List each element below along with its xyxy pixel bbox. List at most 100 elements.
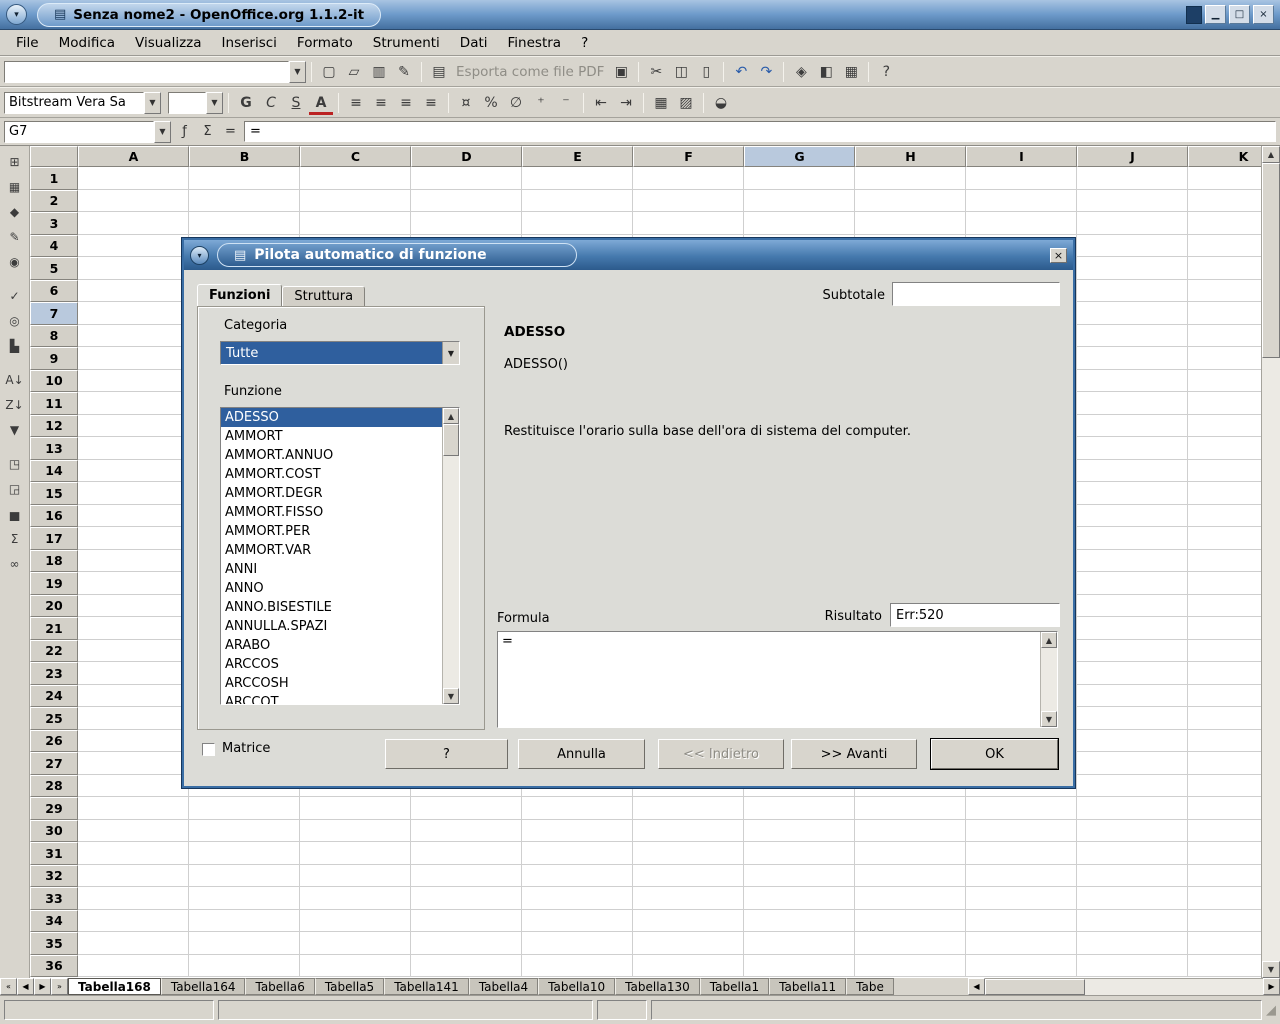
row-header-15[interactable]: 15	[30, 482, 78, 505]
column-header-K[interactable]: K	[1188, 146, 1261, 167]
cell-H32[interactable]	[855, 865, 966, 888]
cell-K19[interactable]	[1188, 572, 1261, 595]
cell-A14[interactable]	[78, 460, 189, 483]
insert-cells-icon[interactable]: ▦	[2, 174, 28, 199]
cell-G33[interactable]	[744, 887, 855, 910]
cell-D33[interactable]	[411, 887, 522, 910]
vertical-scrollbar[interactable]: ▲ ▼	[1261, 146, 1280, 978]
cell-F34[interactable]	[633, 910, 744, 933]
cell-E29[interactable]	[522, 797, 633, 820]
cell-J19[interactable]	[1077, 572, 1188, 595]
column-header-F[interactable]: F	[633, 146, 744, 167]
cell-I1[interactable]	[966, 167, 1077, 190]
tab-funzioni[interactable]: Funzioni	[197, 284, 282, 307]
function-list-item[interactable]: ADESSO	[221, 408, 442, 427]
insert-chart-icon[interactable]: ▅	[2, 501, 28, 526]
column-header-B[interactable]: B	[189, 146, 300, 167]
cell-J15[interactable]	[1077, 482, 1188, 505]
scroll-left-button[interactable]: ◀	[968, 978, 985, 995]
print-icon[interactable]: ▣	[609, 60, 633, 84]
categoria-combo[interactable]: Tutte ▼	[220, 341, 460, 365]
cell-F31[interactable]	[633, 842, 744, 865]
cell-K25[interactable]	[1188, 707, 1261, 730]
cell-B35[interactable]	[189, 932, 300, 955]
font-name-dropdown-button[interactable]: ▼	[144, 92, 161, 114]
horizontal-scroll-thumb[interactable]	[985, 979, 1085, 995]
cell-J14[interactable]	[1077, 460, 1188, 483]
cell-G32[interactable]	[744, 865, 855, 888]
cell-B33[interactable]	[189, 887, 300, 910]
cell-K2[interactable]	[1188, 190, 1261, 213]
cell-A24[interactable]	[78, 685, 189, 708]
cell-E32[interactable]	[522, 865, 633, 888]
row-header-18[interactable]: 18	[30, 550, 78, 573]
cell-B1[interactable]	[189, 167, 300, 190]
cell-E31[interactable]	[522, 842, 633, 865]
cell-A4[interactable]	[78, 235, 189, 258]
bold-icon[interactable]: G	[234, 91, 258, 115]
sort-ascending-icon[interactable]: A↓	[2, 367, 28, 392]
function-list-item[interactable]: AMMORT.FISSO	[221, 503, 442, 522]
cell-J22[interactable]	[1077, 640, 1188, 663]
cell-A26[interactable]	[78, 730, 189, 753]
cell-K18[interactable]	[1188, 550, 1261, 573]
cell-I30[interactable]	[966, 820, 1077, 843]
cell-H29[interactable]	[855, 797, 966, 820]
window-menu-button[interactable]: ▾	[6, 4, 27, 25]
cell-J12[interactable]	[1077, 415, 1188, 438]
font-size-dropdown-button[interactable]: ▼	[206, 92, 223, 114]
cell-A34[interactable]	[78, 910, 189, 933]
scroll-down-button[interactable]: ▼	[1262, 961, 1280, 978]
select-all-corner[interactable]	[30, 146, 78, 167]
autofilter-icon[interactable]: ▼	[2, 417, 28, 442]
cell-A33[interactable]	[78, 887, 189, 910]
sheet-tab-Tabella5[interactable]: Tabella5	[315, 978, 384, 995]
increase-indent-icon[interactable]: ⇥	[614, 91, 638, 115]
cell-K24[interactable]	[1188, 685, 1261, 708]
form-functions-icon[interactable]: ◉	[2, 249, 28, 274]
font-color-icon[interactable]: A	[309, 95, 333, 115]
cell-A22[interactable]	[78, 640, 189, 663]
matrice-checkbox[interactable]	[202, 743, 215, 756]
function-list-item[interactable]: ARCCOS	[221, 655, 442, 674]
cell-E33[interactable]	[522, 887, 633, 910]
row-header-21[interactable]: 21	[30, 617, 78, 640]
cell-K14[interactable]	[1188, 460, 1261, 483]
cell-E36[interactable]	[522, 955, 633, 978]
cell-J16[interactable]	[1077, 505, 1188, 528]
cell-J5[interactable]	[1077, 257, 1188, 280]
cell-A8[interactable]	[78, 325, 189, 348]
cell-E30[interactable]	[522, 820, 633, 843]
cell-K15[interactable]	[1188, 482, 1261, 505]
function-list-item[interactable]: AMMORT.VAR	[221, 541, 442, 560]
sheet-tab-Tabella168[interactable]: Tabella168	[68, 978, 161, 995]
row-header-6[interactable]: 6	[30, 280, 78, 303]
row-header-36[interactable]: 36	[30, 955, 78, 978]
function-list-item[interactable]: ANNULLA.SPAZI	[221, 617, 442, 636]
next-sheet-button[interactable]: ▶	[34, 978, 51, 995]
cell-H34[interactable]	[855, 910, 966, 933]
cell-D1[interactable]	[411, 167, 522, 190]
cell-K6[interactable]	[1188, 280, 1261, 303]
cell-J33[interactable]	[1077, 887, 1188, 910]
function-list-item[interactable]: ANNI	[221, 560, 442, 579]
row-header-30[interactable]: 30	[30, 820, 78, 843]
cell-B30[interactable]	[189, 820, 300, 843]
menu-item-4[interactable]: Inserisci	[212, 32, 287, 54]
cell-G30[interactable]	[744, 820, 855, 843]
cell-E3[interactable]	[522, 212, 633, 235]
row-header-9[interactable]: 9	[30, 347, 78, 370]
cell-H30[interactable]	[855, 820, 966, 843]
dialog-close-button[interactable]: ×	[1050, 248, 1067, 263]
font-name-input[interactable]	[4, 92, 144, 114]
cell-K5[interactable]	[1188, 257, 1261, 280]
function-autopilot-button[interactable]: ƒ	[174, 121, 195, 142]
row-header-11[interactable]: 11	[30, 392, 78, 415]
cell-C32[interactable]	[300, 865, 411, 888]
delete-decimal-icon[interactable]: ⁻	[554, 91, 578, 115]
formula-box-scrollbar[interactable]: ▲ ▼	[1040, 632, 1057, 727]
cell-G36[interactable]	[744, 955, 855, 978]
formula-edit-content[interactable]: =	[498, 632, 1040, 727]
cell-J23[interactable]	[1077, 662, 1188, 685]
cell-K23[interactable]	[1188, 662, 1261, 685]
